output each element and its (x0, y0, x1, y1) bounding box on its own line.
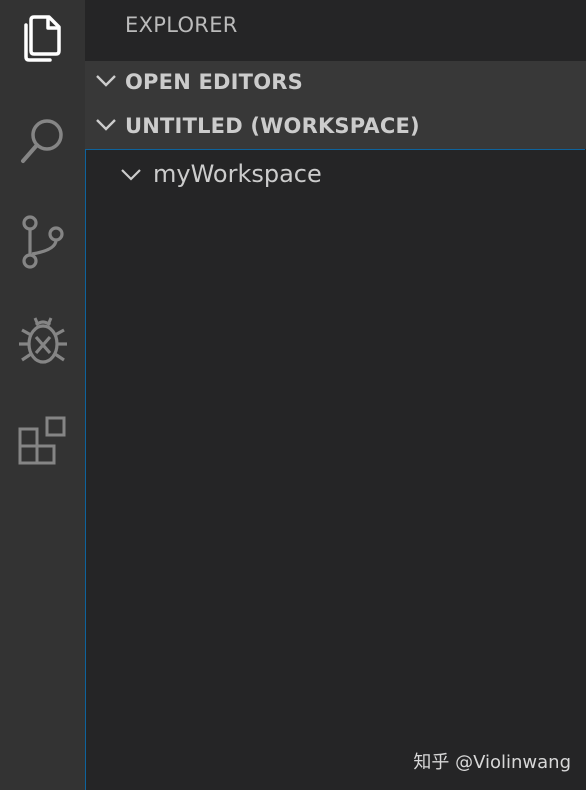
tree-item-myworkspace[interactable]: myWorkspace (86, 154, 585, 196)
search-icon (20, 119, 63, 163)
section-label: UNTITLED (WORKSPACE) (125, 114, 420, 138)
vscode-window: EXPLORER OPEN EDITORS UNTITLED (WORKSPAC… (0, 0, 586, 790)
explorer-sidebar: EXPLORER OPEN EDITORS UNTITLED (WORKSPAC… (85, 0, 586, 790)
activity-source-control-button[interactable] (0, 192, 85, 292)
section-open-editors[interactable]: OPEN EDITORS (85, 61, 586, 105)
section-untitled-workspace[interactable]: UNTITLED (WORKSPACE) (85, 105, 586, 149)
chevron-down-icon (96, 119, 116, 131)
section-label: OPEN EDITORS (125, 70, 303, 94)
activity-extensions-button[interactable] (0, 391, 85, 491)
debug-icon (18, 317, 67, 364)
activity-debug-button[interactable] (0, 292, 85, 392)
chevron-down-icon (121, 169, 141, 181)
tree-item-label: myWorkspace (153, 160, 322, 188)
extensions-icon (18, 416, 65, 465)
workspace-tree: myWorkspace (85, 149, 585, 790)
sidebar-title-bar: EXPLORER (85, 0, 586, 61)
chevron-down-icon (96, 75, 116, 87)
watermark: 知乎 @Violinwang (413, 752, 571, 773)
sidebar-title: EXPLORER (125, 13, 238, 37)
activity-explorer-button[interactable] (0, 0, 85, 87)
source-control-icon (21, 215, 64, 269)
activity-bar (0, 0, 85, 790)
files-icon (23, 15, 61, 62)
activity-search-button[interactable] (0, 91, 85, 191)
